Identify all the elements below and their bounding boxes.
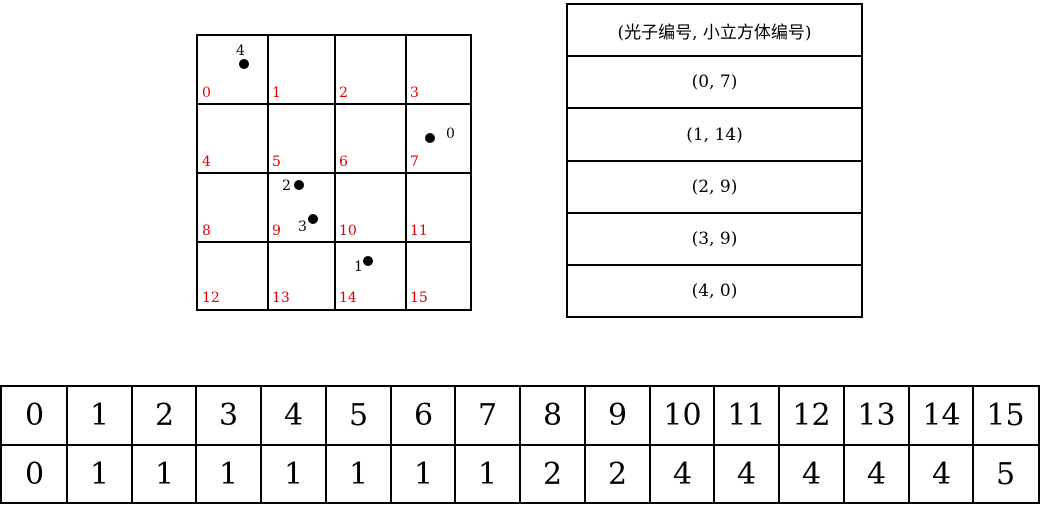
start-index-cell: 1: [477, 456, 498, 492]
photon-id-label: 1: [354, 259, 363, 275]
photon-dot: [308, 214, 318, 224]
cube-index-cell: 4: [283, 397, 304, 433]
cube-index-cell: 11: [727, 397, 766, 433]
start-index-cell: 1: [218, 456, 239, 492]
start-index-cell: 1: [413, 456, 434, 492]
cube-index-label: 6: [339, 154, 348, 170]
cube-index-label: 8: [202, 223, 211, 239]
pair-row: (1, 14): [568, 109, 861, 162]
cube-index-label: 12: [202, 290, 220, 306]
cube-index-label: 2: [339, 85, 348, 101]
cube-index-cell: 15: [986, 397, 1025, 433]
photon-dot: [239, 59, 249, 69]
cube-index-cell: 1: [89, 397, 110, 433]
photon-dot: [294, 180, 304, 190]
cube-index-label: 10: [339, 223, 357, 239]
start-index-cell: 2: [607, 456, 628, 492]
cube-index-cell: 14: [922, 397, 961, 433]
photon-id-label: 4: [236, 43, 245, 59]
cube-index-label: 14: [339, 290, 357, 306]
grid-divider: [198, 241, 470, 243]
cube-start-index-table: 0 1 2 3 4 5 6 7 8 9 10 11 12 13 14 15 0 1 1 1 1 1 1 1 2 2 4 4 4 4 4 5: [0, 385, 1040, 504]
cube-index-cell: 13: [857, 397, 896, 433]
start-index-cell: 4: [866, 456, 887, 492]
photon-cube-pair-table: (光子编号, 小立方体编号) (0, 7) (1, 14) (2, 9) (3,…: [566, 3, 863, 318]
start-index-cell: 1: [89, 456, 110, 492]
cube-index-label: 7: [410, 154, 419, 170]
cube-index-cell: 5: [348, 397, 369, 433]
photon-id-label: 0: [446, 126, 455, 142]
cube-index-label: 4: [202, 154, 211, 170]
cube-index-cell: 12: [792, 397, 831, 433]
photon-dot: [363, 256, 373, 266]
grid-divider: [198, 172, 470, 174]
cube-index-label: 3: [410, 85, 419, 101]
start-index-cell: 4: [931, 456, 952, 492]
start-index-cell: 2: [542, 456, 563, 492]
pair-row: (3, 9): [568, 214, 861, 266]
photon-dot: [425, 133, 435, 143]
start-index-cell: 1: [283, 456, 304, 492]
start-index-cell: 1: [154, 456, 175, 492]
cube-index-cell: 0: [24, 397, 45, 433]
cube-index-cell: 3: [218, 397, 239, 433]
grid-divider: [405, 36, 407, 309]
photon-id-label: 2: [282, 178, 291, 194]
cube-index-label: 5: [272, 154, 281, 170]
photon-id-label: 3: [298, 219, 307, 235]
pair-row: (0, 7): [568, 57, 861, 109]
start-index-cell: 0: [24, 456, 45, 492]
cube-index-label: 0: [202, 85, 211, 101]
start-index-cell: 1: [348, 456, 369, 492]
start-index-cell: 4: [736, 456, 757, 492]
start-index-cell: 4: [672, 456, 693, 492]
cube-index-cell: 10: [663, 397, 702, 433]
pair-row: (2, 9): [568, 162, 861, 214]
start-index-cell: 4: [801, 456, 822, 492]
cube-index-cell: 6: [413, 397, 434, 433]
cube-index-cell: 9: [607, 397, 628, 433]
cube-grid: 0 1 2 3 4 5 6 7 8 9 10 11 12 13 14 15 0 1 2 3 4: [196, 34, 472, 311]
cube-index-label: 13: [272, 290, 290, 306]
pair-table-header: (光子编号, 小立方体编号): [568, 5, 861, 57]
cube-index-cell: 8: [542, 397, 563, 433]
cube-index-label: 11: [410, 223, 428, 239]
cube-index-label: 1: [272, 85, 281, 101]
cube-index-cell: 7: [477, 397, 498, 433]
cube-index-label: 9: [272, 223, 281, 239]
cube-index-label: 15: [410, 290, 428, 306]
cube-index-cell: 2: [154, 397, 175, 433]
pair-row: (4, 0): [691, 281, 738, 301]
start-index-cell: 5: [995, 456, 1016, 492]
